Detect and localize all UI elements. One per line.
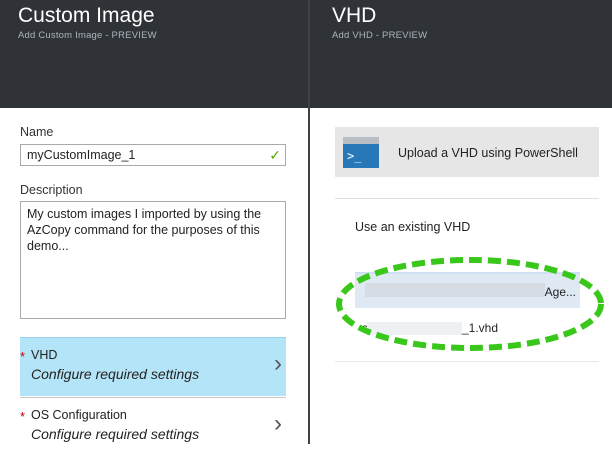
chevron-right-icon: › <box>274 350 282 377</box>
blade-title: VHD <box>332 4 377 27</box>
name-input[interactable]: myCustomImage_1 ✓ <box>20 144 286 166</box>
description-textarea[interactable]: My custom images I imported by using the… <box>20 201 286 319</box>
required-marker: * <box>20 409 26 424</box>
setting-name: VHD <box>31 348 58 362</box>
separator <box>335 198 599 199</box>
vhd-header: VHD Add VHD - PREVIEW <box>310 0 612 108</box>
description-label: Description <box>20 183 83 197</box>
vhd-blade: VHD Add VHD - PREVIEW >_ Upload a VHD us… <box>310 0 612 444</box>
blade-subtitle: Add VHD - PREVIEW <box>332 30 428 41</box>
chevron-right-icon: › <box>274 410 282 437</box>
vhd-setting[interactable]: * VHD Configure required settings › <box>20 337 286 396</box>
use-existing-vhd-label: Use an existing VHD <box>355 220 471 234</box>
powershell-icon: >_ <box>343 137 379 168</box>
setting-name: OS Configuration <box>31 408 127 422</box>
highlight-annotation <box>336 257 604 351</box>
name-input-value: myCustomImage_1 <box>27 148 136 162</box>
os-configuration-setting[interactable]: * OS Configuration Configure required se… <box>20 397 286 456</box>
name-label: Name <box>20 125 54 139</box>
upload-button-label: Upload a VHD using PowerShell <box>398 146 578 160</box>
custom-image-blade: Custom Image Add Custom Image - PREVIEW … <box>0 0 308 444</box>
required-marker: * <box>20 349 26 364</box>
checkmark-icon: ✓ <box>269 147 281 163</box>
setting-value: Configure required settings <box>31 426 200 442</box>
separator <box>335 361 599 362</box>
setting-value: Configure required settings <box>31 366 200 382</box>
upload-vhd-powershell-button[interactable]: >_ Upload a VHD using PowerShell <box>335 127 599 177</box>
blade-title: Custom Image <box>18 4 155 27</box>
custom-image-header: Custom Image Add Custom Image - PREVIEW <box>0 0 308 108</box>
blade-subtitle: Add Custom Image - PREVIEW <box>18 30 157 41</box>
